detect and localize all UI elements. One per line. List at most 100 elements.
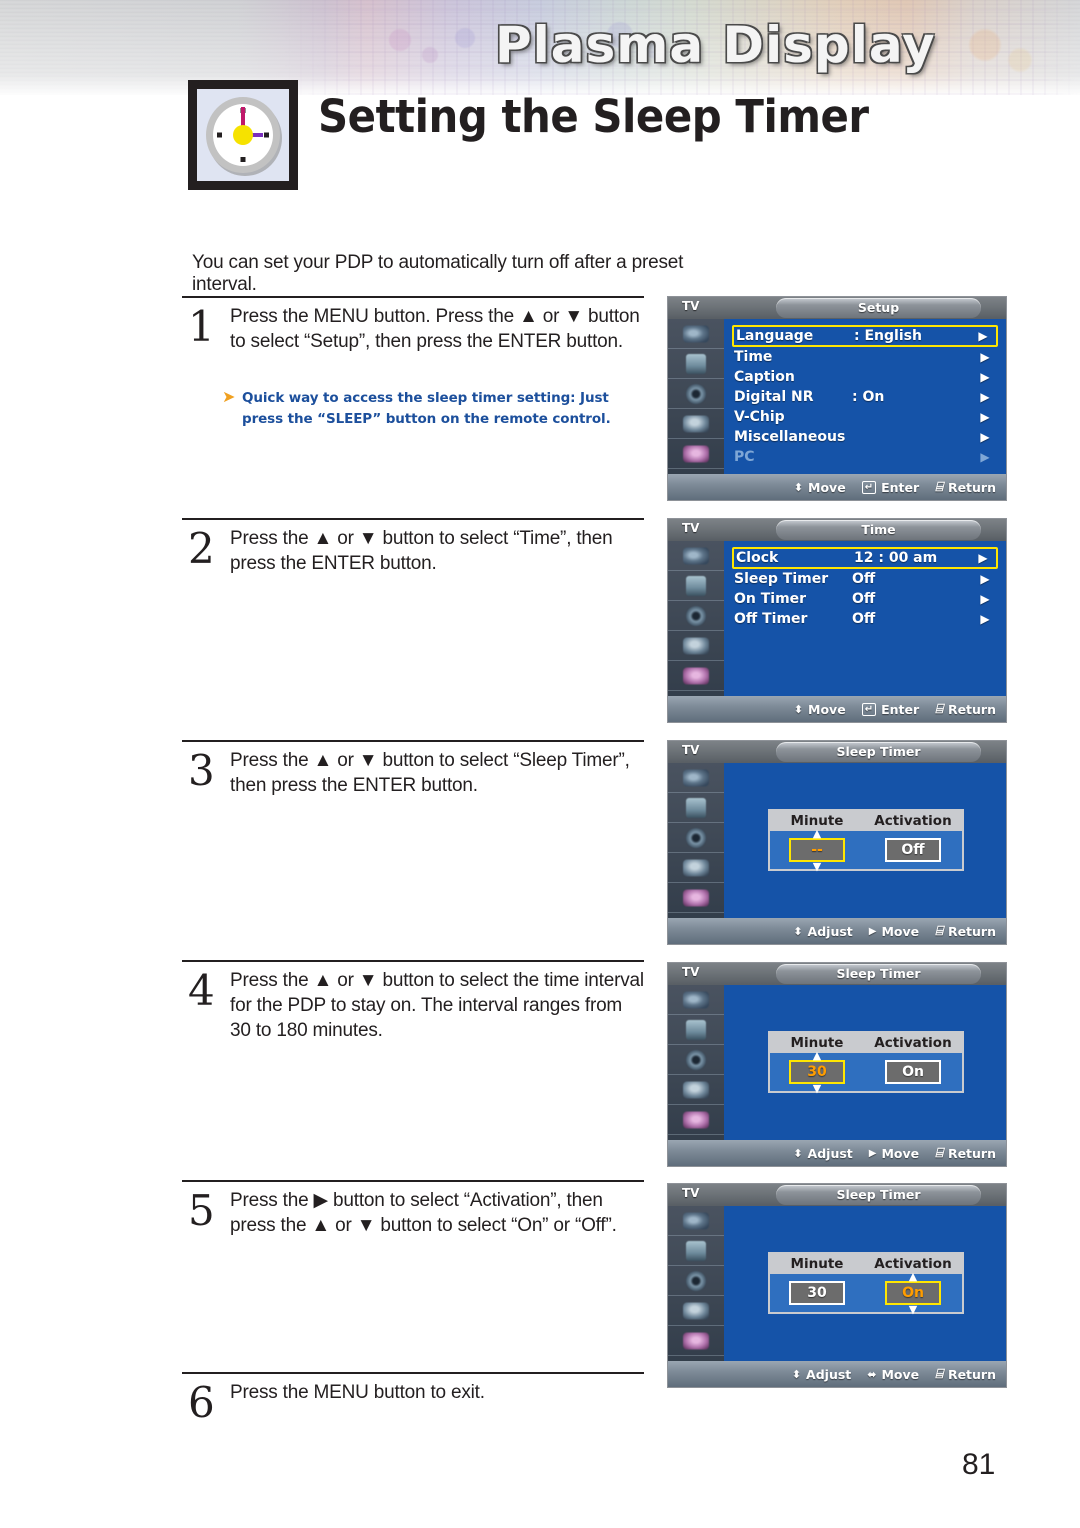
return-key-icon: [935, 703, 943, 716]
rail-sound-icon: [668, 349, 724, 379]
osd-titlebar: TV Time: [668, 519, 1006, 541]
chevron-right-icon: ▶: [978, 551, 988, 565]
osd-source-label: TV: [682, 1186, 700, 1200]
step-6-text: Press the MENU button to exit.: [230, 1382, 485, 1403]
step-3: 3 Press the ▲ or ▼ button to select “Sle…: [182, 740, 644, 798]
hint-label: Move: [808, 479, 846, 495]
rail-channel-icon: [668, 379, 724, 409]
rail-setup-icon: [668, 1296, 724, 1326]
osd-source-label: TV: [682, 743, 700, 757]
minute-field[interactable]: --: [789, 838, 845, 862]
osd-menu-list: Clock 12 : 00 am ▶ Sleep Timer Off ▶ On Time…: [724, 541, 1006, 629]
osd-icon-rail: [668, 1206, 724, 1387]
osd-titlebar: TV Sleep Timer: [668, 963, 1006, 985]
menu-label: Caption: [734, 369, 795, 385]
up-arrow-icon[interactable]: ▲: [813, 828, 821, 839]
hint-label: Move: [808, 701, 846, 717]
hint-return: Return: [935, 1367, 996, 1382]
hint-adjust: Adjust: [792, 1367, 851, 1382]
osd-title: Sleep Timer: [836, 744, 921, 759]
menu-label: PC: [734, 449, 755, 465]
right-arrow-icon: [869, 925, 877, 937]
osd-title: Sleep Timer: [836, 1187, 921, 1202]
osd-source-label: TV: [682, 965, 700, 979]
up-arrow-icon[interactable]: ▲: [813, 1050, 821, 1061]
osd-title-tab: Sleep Timer: [776, 1185, 981, 1205]
activation-cell: Off: [864, 838, 962, 862]
osd-menu-list: Language: English ▶ Time ▶ Caption ▶ Digita…: [724, 319, 1006, 467]
step-2-number: 2: [188, 524, 215, 573]
rail-input-icon: [668, 883, 724, 913]
page-title: Setting the Sleep Timer: [318, 90, 869, 143]
chevron-right-icon: ▶: [980, 390, 990, 404]
step-6-number: 6: [188, 1378, 215, 1427]
osd-title: Time: [861, 522, 896, 537]
rail-picture-icon: [668, 541, 724, 571]
menu-item-miscellaneous[interactable]: Miscellaneous ▶: [734, 427, 996, 447]
hint-move: Move: [794, 480, 846, 495]
hint-label: Return: [947, 1366, 996, 1382]
rail-setup-icon: [668, 409, 724, 439]
activation-field[interactable]: Off: [885, 838, 941, 862]
enter-key-icon: [862, 703, 876, 715]
minute-field[interactable]: 30: [789, 1060, 845, 1084]
intro-text: You can set your PDP to automatically tu…: [192, 252, 684, 295]
menu-item-off-timer[interactable]: Off Timer Off ▶: [734, 609, 996, 629]
menu-item-on-timer[interactable]: On Timer Off ▶: [734, 589, 996, 609]
hint-label: Adjust: [807, 1145, 853, 1161]
hint-label: Return: [947, 701, 996, 717]
menu-item-language[interactable]: Language: English ▶: [732, 325, 998, 347]
sleep-timer-values: ▲ -- ▼ Off: [770, 828, 962, 872]
step-4-text: Press the ▲ or ▼ button to select the ti…: [230, 970, 644, 1042]
osd-screen-sleep-timer-off: TV Sleep Timer Minute Activation ▲ -- ▼ …: [667, 740, 1007, 945]
sleep-timer-values: 30 ▲ On ▼: [770, 1271, 962, 1315]
step-1: 1 Press the MENU button. Press the ▲ or …: [182, 296, 644, 354]
rail-sound-icon: [668, 1015, 724, 1045]
menu-value: : On: [852, 389, 885, 405]
down-arrow-icon[interactable]: ▼: [813, 861, 821, 872]
rail-setup-icon: [668, 853, 724, 883]
activation-field[interactable]: On: [885, 1281, 941, 1305]
menu-label: Language: [736, 328, 814, 344]
rail-setup-icon: [668, 1075, 724, 1105]
menu-item-caption[interactable]: Caption ▶: [734, 367, 996, 387]
osd-title: Setup: [857, 300, 900, 315]
osd-titlebar: TV Sleep Timer: [668, 741, 1006, 763]
activation-header: Activation: [874, 813, 952, 829]
activation-cell: On: [864, 1060, 962, 1084]
menu-item-time[interactable]: Time ▶: [734, 347, 996, 367]
osd-menu-body: Clock 12 : 00 am ▶ Sleep Timer Off ▶ On Time…: [724, 541, 1006, 696]
menu-label: Off Timer: [734, 611, 808, 627]
menu-item-clock[interactable]: Clock 12 : 00 am ▶: [732, 547, 998, 569]
hint-label: Return: [947, 479, 996, 495]
osd-title-tab: Time: [776, 520, 981, 540]
hint-adjust: Adjust: [793, 1145, 853, 1161]
hint-move: Move: [794, 702, 846, 717]
menu-item-v-chip[interactable]: V-Chip ▶: [734, 407, 996, 427]
hint-label: Enter: [881, 479, 920, 495]
minute-cell: ▲ -- ▼: [770, 828, 864, 872]
osd-hint-bar: Adjust Move Return: [668, 1140, 1006, 1166]
menu-item-digital-nr[interactable]: Digital NR: On ▶: [734, 387, 996, 407]
down-arrow-icon[interactable]: ▼: [813, 1083, 821, 1094]
sleep-timer-headers: Minute Activation: [770, 811, 962, 831]
down-arrow-icon[interactable]: ▼: [909, 1304, 917, 1315]
menu-item-sleep-timer[interactable]: Sleep Timer Off ▶: [734, 569, 996, 589]
chevron-right-icon: ▶: [980, 410, 990, 424]
sleep-timer-headers: Minute Activation: [770, 1033, 962, 1053]
menu-value: Off: [852, 591, 876, 607]
hint-move: Move: [869, 1146, 919, 1161]
menu-label: Miscellaneous: [734, 429, 846, 445]
minute-field[interactable]: 30: [789, 1281, 845, 1305]
hint-move: Move: [867, 1367, 919, 1382]
activation-field[interactable]: On: [885, 1060, 941, 1084]
menu-label: Clock: [736, 550, 779, 566]
menu-item-pc[interactable]: PC ▶: [734, 447, 996, 467]
step-2-text: Press the ▲ or ▼ button to select “Time”…: [230, 528, 613, 575]
menu-value: Off: [852, 611, 876, 627]
step-3-text: Press the ▲ or ▼ button to select “Sleep…: [230, 750, 630, 797]
osd-hint-bar: Move Enter Return: [668, 474, 1006, 500]
osd-icon-rail: [668, 985, 724, 1166]
osd-title-tab: Setup: [776, 298, 981, 318]
up-arrow-icon[interactable]: ▲: [909, 1271, 917, 1282]
